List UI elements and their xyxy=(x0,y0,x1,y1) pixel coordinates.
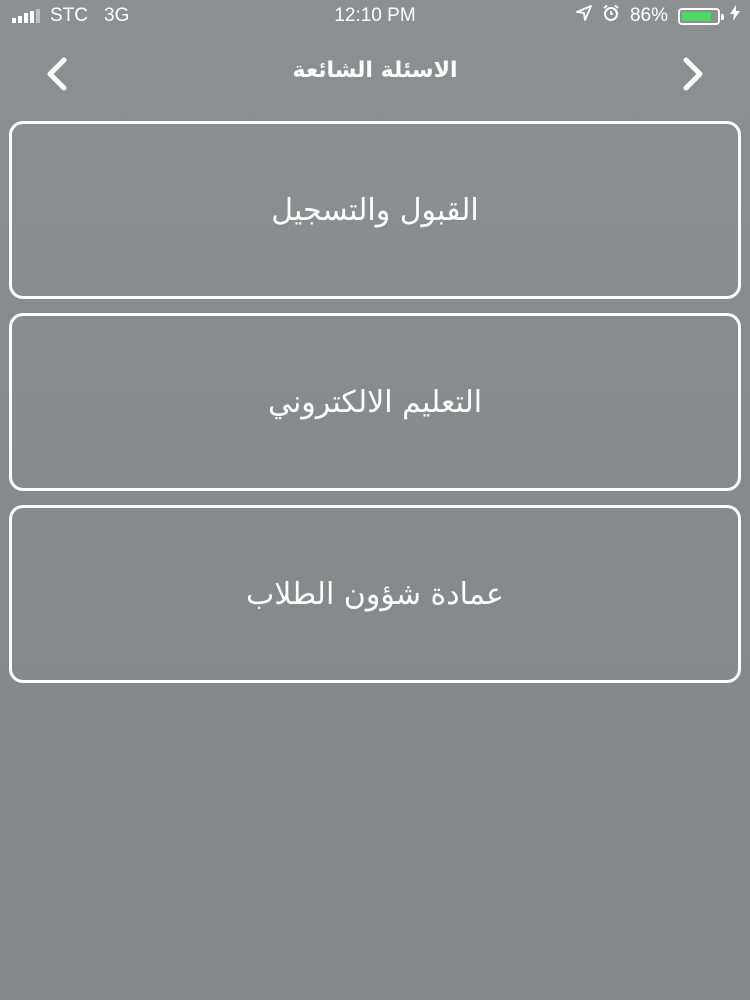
faq-category-label: التعليم الالكتروني xyxy=(267,384,483,420)
battery-fill xyxy=(682,11,712,21)
chevron-right-icon[interactable] xyxy=(673,54,713,94)
faq-category-label: عمادة شؤون الطلاب xyxy=(246,576,504,612)
page-title: الاسئلة الشائعة xyxy=(292,58,458,83)
faq-category-student-affairs[interactable]: عمادة شؤون الطلاب xyxy=(9,505,741,683)
status-bar: STC 3G 12:10 PM 86% xyxy=(0,0,750,32)
faq-category-admission-registration[interactable]: القبول والتسجيل xyxy=(9,121,741,299)
alarm-clock-icon xyxy=(602,4,620,28)
battery-percent: 86% xyxy=(629,5,668,26)
faq-category-list: القبول والتسجيل التعليم الالكتروني عمادة… xyxy=(9,121,741,697)
status-right: 86% xyxy=(576,4,740,28)
location-arrow-icon xyxy=(576,5,592,27)
battery-icon xyxy=(678,7,724,25)
nav-bar: الاسئلة الشائعة xyxy=(0,40,750,104)
faq-category-e-learning[interactable]: التعليم الالكتروني xyxy=(9,313,741,491)
faq-category-label: القبول والتسجيل xyxy=(271,192,479,228)
charging-bolt-icon xyxy=(730,5,740,27)
